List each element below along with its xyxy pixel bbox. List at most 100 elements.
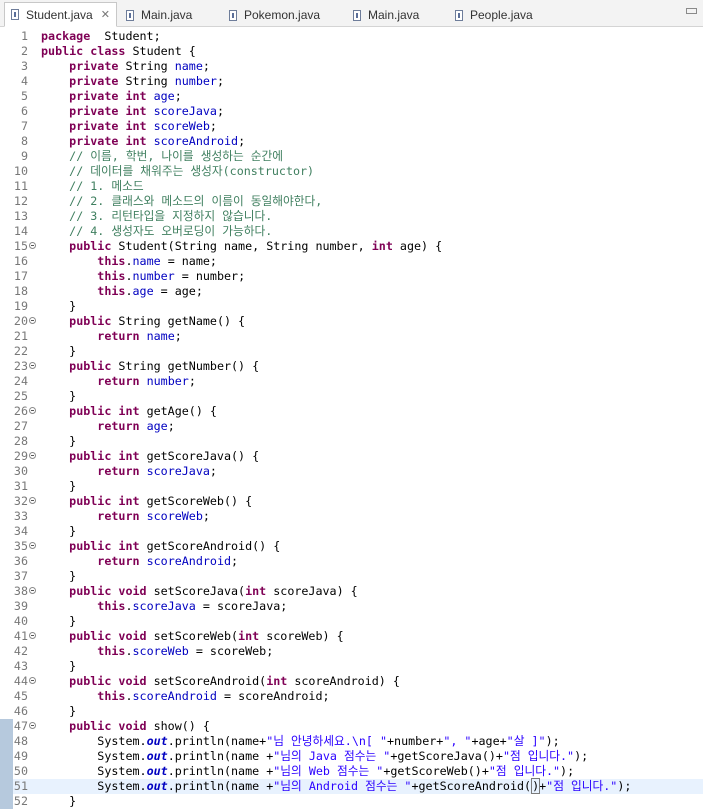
code-line[interactable]: 13 // 3. 리턴타입을 지정하지 않습니다. [0,209,703,224]
code-token: getScoreWeb() { [139,494,253,508]
code-line[interactable]: 24 return number; [0,374,703,389]
code-text: return age; [41,419,174,434]
code-line[interactable]: 41 public void setScoreWeb(int scoreWeb)… [0,629,703,644]
code-line[interactable]: 49 System.out.println(name +"님의 Java 점수는… [0,749,703,764]
code-line[interactable]: 51 System.out.println(name +"님의 Android … [0,778,703,794]
code-line[interactable]: 34 } [0,524,703,539]
tab-main-java[interactable]: Main.java [126,3,192,27]
code-line[interactable]: 29 public int getScoreJava() { [0,449,703,464]
code-text: // 이름, 학번, 나이를 생성하는 순간에 [41,149,283,164]
keyword-token: public void [69,719,147,733]
code-token: } [41,389,77,403]
code-line[interactable]: 18 this.age = age; [0,284,703,299]
code-line[interactable]: 45 this.scoreAndroid = scoreAndroid; [0,689,703,704]
keyword-token: this [97,599,126,613]
code-line[interactable]: 12 // 2. 클래스와 메소드의 이름이 동일해야한다, [0,194,703,209]
code-line[interactable]: 22 } [0,344,703,359]
code-line[interactable]: 39 this.scoreJava = scoreJava; [0,599,703,614]
code-line[interactable]: 10 // 데이터를 채워주는 생성자(constructor) [0,164,703,179]
code-line[interactable]: 27 return age; [0,419,703,434]
line-number: 26 [13,404,28,418]
line-number: 15 [13,239,28,253]
code-text: private int age; [41,89,182,104]
code-line[interactable]: 36 return scoreAndroid; [0,554,703,569]
tab-people-java[interactable]: People.java [455,3,533,27]
code-token: = scoreJava; [195,599,288,613]
code-line[interactable]: 35 public int getScoreAndroid() { [0,539,703,554]
code-line[interactable]: 9 // 이름, 학번, 나이를 생성하는 순간에 [0,149,703,164]
code-token: setScoreWeb( [146,629,239,643]
code-line[interactable]: 25 } [0,389,703,404]
close-icon[interactable]: ✕ [101,8,110,21]
code-line[interactable]: 3 private String name; [0,59,703,74]
line-number: 10 [13,164,28,178]
code-line[interactable]: 31 } [0,479,703,494]
code-line[interactable]: 4 private String number; [0,74,703,89]
line-number: 19 [13,299,28,313]
tab-pokemon-java[interactable]: Pokemon.java [229,3,320,27]
minimize-icon[interactable] [686,8,697,14]
code-line[interactable]: 15 public Student(String name, String nu… [0,239,703,254]
code-line[interactable]: 47 public void show() { [0,719,703,734]
fold-collapse-icon[interactable] [29,722,36,729]
code-line[interactable]: 14 // 4. 생성자도 오버로딩이 가능하다. [0,224,703,239]
fold-collapse-icon[interactable] [29,242,36,249]
fold-collapse-icon[interactable] [29,497,36,504]
code-line[interactable]: 48 System.out.println(name+"님 안녕하세요.\n[ … [0,734,703,749]
tab-main-java-2[interactable]: Main.java [353,3,419,27]
code-token: System. [41,779,147,793]
code-line[interactable]: 16 this.name = name; [0,254,703,269]
code-token: } [41,794,77,808]
field-token: scoreJava [146,464,210,478]
code-line[interactable]: 46 } [0,704,703,719]
code-token: ; [202,509,210,523]
fold-collapse-icon[interactable] [29,677,36,684]
fold-collapse-icon[interactable] [29,632,36,639]
code-line[interactable]: 26 public int getAge() { [0,404,703,419]
fold-collapse-icon[interactable] [29,452,36,459]
code-line[interactable]: 32 public int getScoreWeb() { [0,494,703,509]
fold-collapse-icon[interactable] [29,587,36,594]
code-text: private int scoreAndroid; [41,134,245,149]
code-line[interactable]: 43 } [0,659,703,674]
code-line[interactable]: 30 return scoreJava; [0,464,703,479]
code-line[interactable]: 17 this.number = number; [0,269,703,284]
code-line[interactable]: 7 private int scoreWeb; [0,119,703,134]
tab-label: Pokemon.java [244,8,321,22]
code-line[interactable]: 33 return scoreWeb; [0,509,703,524]
fold-collapse-icon[interactable] [29,407,36,414]
code-line[interactable]: 8 private int scoreAndroid; [0,134,703,149]
code-line[interactable]: 6 private int scoreJava; [0,104,703,119]
line-number: 9 [20,149,28,163]
fold-collapse-icon[interactable] [29,317,36,324]
field-token: scoreWeb [132,644,189,658]
code-line[interactable]: 40 } [0,614,703,629]
code-line[interactable]: 11 // 1. 메소드 [0,179,703,194]
code-line[interactable]: 23 public String getNumber() { [0,359,703,374]
code-line[interactable]: 20 public String getName() { [0,314,703,329]
tab-student-java[interactable]: Student.java ✕ [4,2,117,27]
code-line[interactable]: 52 } [0,794,703,809]
code-line[interactable]: 42 this.scoreWeb = scoreWeb; [0,644,703,659]
code-line[interactable]: 19 } [0,299,703,314]
code-line[interactable]: 28 } [0,434,703,449]
fold-collapse-icon[interactable] [29,362,36,369]
code-line[interactable]: 5 private int age; [0,89,703,104]
code-text: this.number = number; [41,269,245,284]
code-editor[interactable]: 1 package Student; 2 public class Student {… [0,27,703,809]
code-line[interactable]: 1 package Student; [0,29,703,44]
keyword-token: int [371,239,393,253]
code-line[interactable]: 38 public void setScoreJava(int scoreJav… [0,584,703,599]
code-line[interactable]: 50 System.out.println(name +"님의 Web 점수는 … [0,764,703,779]
code-line[interactable]: 44 public void setScoreAndroid(int score… [0,674,703,689]
code-token: String [118,74,175,88]
code-line[interactable]: 21 return name; [0,329,703,344]
fold-collapse-icon[interactable] [29,542,36,549]
code-line[interactable]: 37 } [0,569,703,584]
code-line[interactable]: 2 public class Student { [0,44,703,59]
